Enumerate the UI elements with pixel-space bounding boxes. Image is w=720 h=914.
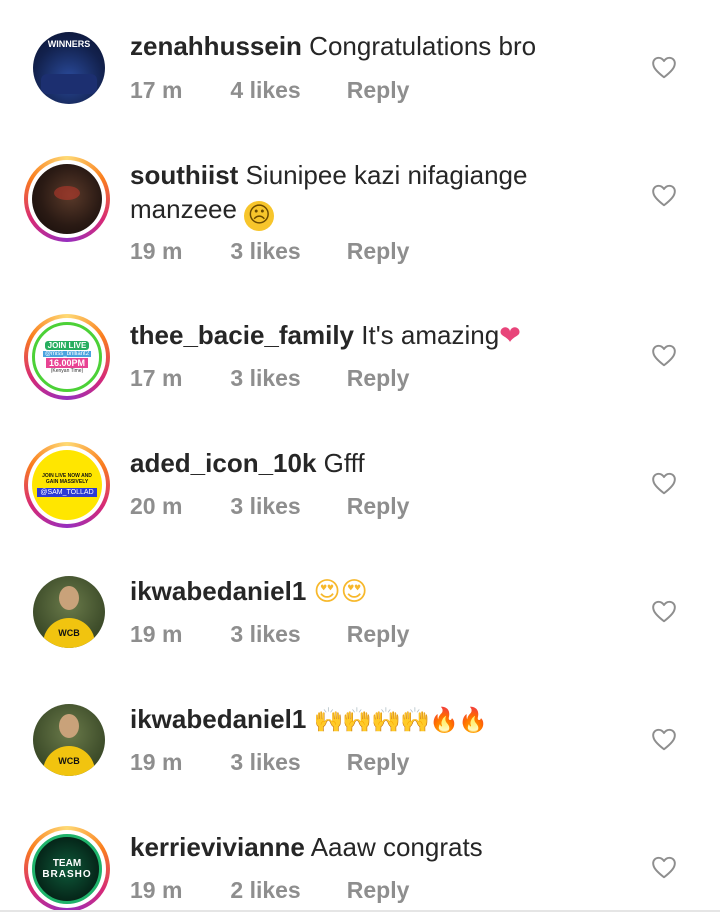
comment-body: Congratulations bro <box>309 31 537 61</box>
comment-body: Aaaw congrats <box>310 832 483 862</box>
avatar-text: JOIN LIVE <box>44 340 90 350</box>
raised-hands-fire-emoji: 🙌🙌🙌🙌🔥🔥 <box>313 706 488 734</box>
comment-body: It's amazing <box>361 320 500 350</box>
comment-meta: 17 m 3 likes Reply <box>130 365 409 392</box>
comment-time: 20 m <box>130 493 183 519</box>
like-heart-icon[interactable] <box>651 599 677 623</box>
comment-time: 19 m <box>130 877 183 903</box>
heart-emoji: ❤ <box>499 321 521 351</box>
comment-meta: 19 m 3 likes Reply <box>130 621 409 648</box>
avatar-text: (Kenyan Time) <box>50 367 84 374</box>
heart-eyes-emoji: 😍😍 <box>313 577 368 607</box>
comment-likes[interactable]: 3 likes <box>230 749 340 776</box>
like-heart-icon[interactable] <box>651 855 677 879</box>
avatar-crowd-shape <box>41 74 97 94</box>
avatar-image: WINNERS <box>33 32 105 104</box>
avatar[interactable]: WINNERS <box>33 32 105 104</box>
comment-likes[interactable]: 2 likes <box>230 877 340 904</box>
comment-time: 19 m <box>130 621 183 647</box>
comment-likes[interactable]: 3 likes <box>230 493 340 520</box>
comment-meta: 20 m 3 likes Reply <box>130 493 409 520</box>
comment-text: ikwabedaniel1 😍😍 <box>130 574 600 609</box>
like-heart-icon[interactable] <box>651 727 677 751</box>
avatar-text: 16.00PM <box>45 357 89 368</box>
comment-meta: 17 m 4 likes Reply <box>130 77 409 104</box>
comment-meta: 19 m 2 likes Reply <box>130 877 409 904</box>
comment-text: aded_icon_10k Gfff <box>130 446 600 480</box>
reply-button[interactable]: Reply <box>347 77 410 104</box>
like-heart-icon[interactable] <box>651 55 677 79</box>
avatar-head-shape <box>59 586 79 610</box>
comment-time: 17 m <box>130 77 183 103</box>
avatar-ring-inner: JOIN LIVE NOW AND GAIN MASSIVELY @SAM_TO… <box>28 446 106 524</box>
comment-text: zenahhussein Congratulations bro <box>130 29 600 63</box>
comment-time: 17 m <box>130 365 183 391</box>
comment-meta: 19 m 3 likes Reply <box>130 238 409 265</box>
comment-body: Gfff <box>323 448 365 478</box>
comment-username[interactable]: kerrievivianne <box>130 832 305 862</box>
avatar[interactable]: TEAM BRASHO <box>24 826 110 912</box>
comment-text: kerrievivianne Aaaw congrats <box>130 830 600 864</box>
avatar-image: TEAM BRASHO <box>32 834 102 904</box>
comment-username[interactable]: aded_icon_10k <box>130 448 316 478</box>
reply-button[interactable]: Reply <box>347 749 410 776</box>
reply-button[interactable]: Reply <box>347 621 410 648</box>
avatar-text: @miss_brilliant2 <box>42 350 92 357</box>
avatar-shirt-shape: WCB <box>43 618 95 648</box>
avatar-image <box>32 164 102 234</box>
reply-button[interactable]: Reply <box>347 238 410 265</box>
comment-username[interactable]: ikwabedaniel1 <box>130 576 306 606</box>
reply-button[interactable]: Reply <box>347 365 410 392</box>
comment-likes[interactable]: 3 likes <box>230 238 340 265</box>
avatar-text: BRASHO <box>42 869 92 880</box>
like-heart-icon[interactable] <box>651 183 677 207</box>
avatar-text: @SAM_TOLLAD <box>37 488 97 497</box>
comment-username[interactable]: zenahhussein <box>130 31 302 61</box>
avatar[interactable]: JOIN LIVE @miss_brilliant2 16.00PM (Keny… <box>24 314 110 400</box>
sad-face-emoji: ☹ <box>244 201 275 231</box>
reply-button[interactable]: Reply <box>347 493 410 520</box>
comment-likes[interactable]: 3 likes <box>230 365 340 392</box>
avatar-text: TEAM <box>52 858 82 869</box>
avatar-text: JOIN LIVE NOW AND GAIN MASSIVELY <box>42 473 92 485</box>
comment-likes[interactable]: 4 likes <box>230 77 340 104</box>
avatar-image: WCB <box>33 704 105 776</box>
comment-username[interactable]: ikwabedaniel1 <box>130 704 306 734</box>
avatar-image: WCB <box>33 576 105 648</box>
avatar-glow-shape <box>54 186 80 200</box>
avatar[interactable] <box>24 156 110 242</box>
avatar[interactable]: JOIN LIVE NOW AND GAIN MASSIVELY @SAM_TO… <box>24 442 110 528</box>
avatar[interactable]: WCB <box>33 576 105 648</box>
comment-likes[interactable]: 3 likes <box>230 621 340 648</box>
comment-text: southiist Siunipee kazi nifagiange manze… <box>130 158 600 231</box>
avatar-text: WCB <box>58 628 80 638</box>
reply-button[interactable]: Reply <box>347 877 410 904</box>
comment-username[interactable]: thee_bacie_family <box>130 320 354 350</box>
avatar-head-shape <box>59 714 79 738</box>
comment-time: 19 m <box>130 749 183 775</box>
comment-username[interactable]: southiist <box>130 160 238 190</box>
avatar-text: WINNERS <box>47 39 91 49</box>
like-heart-icon[interactable] <box>651 471 677 495</box>
avatar-image: JOIN LIVE @miss_brilliant2 16.00PM (Keny… <box>32 322 102 392</box>
comment-text: thee_bacie_family It's amazing❤ <box>130 318 600 353</box>
avatar-ring-inner: TEAM BRASHO <box>28 830 106 908</box>
avatar-shirt-shape: WCB <box>43 746 95 776</box>
avatar-ring-inner <box>28 160 106 238</box>
avatar-image: JOIN LIVE NOW AND GAIN MASSIVELY @SAM_TO… <box>32 450 102 520</box>
comment-time: 19 m <box>130 238 183 264</box>
like-heart-icon[interactable] <box>651 343 677 367</box>
bottom-divider <box>0 910 720 912</box>
avatar-ring-inner: JOIN LIVE @miss_brilliant2 16.00PM (Keny… <box>28 318 106 396</box>
comment-meta: 19 m 3 likes Reply <box>130 749 409 776</box>
avatar-text: WCB <box>58 756 80 766</box>
comment-text: ikwabedaniel1 🙌🙌🙌🙌🔥🔥 <box>130 702 600 737</box>
avatar[interactable]: WCB <box>33 704 105 776</box>
